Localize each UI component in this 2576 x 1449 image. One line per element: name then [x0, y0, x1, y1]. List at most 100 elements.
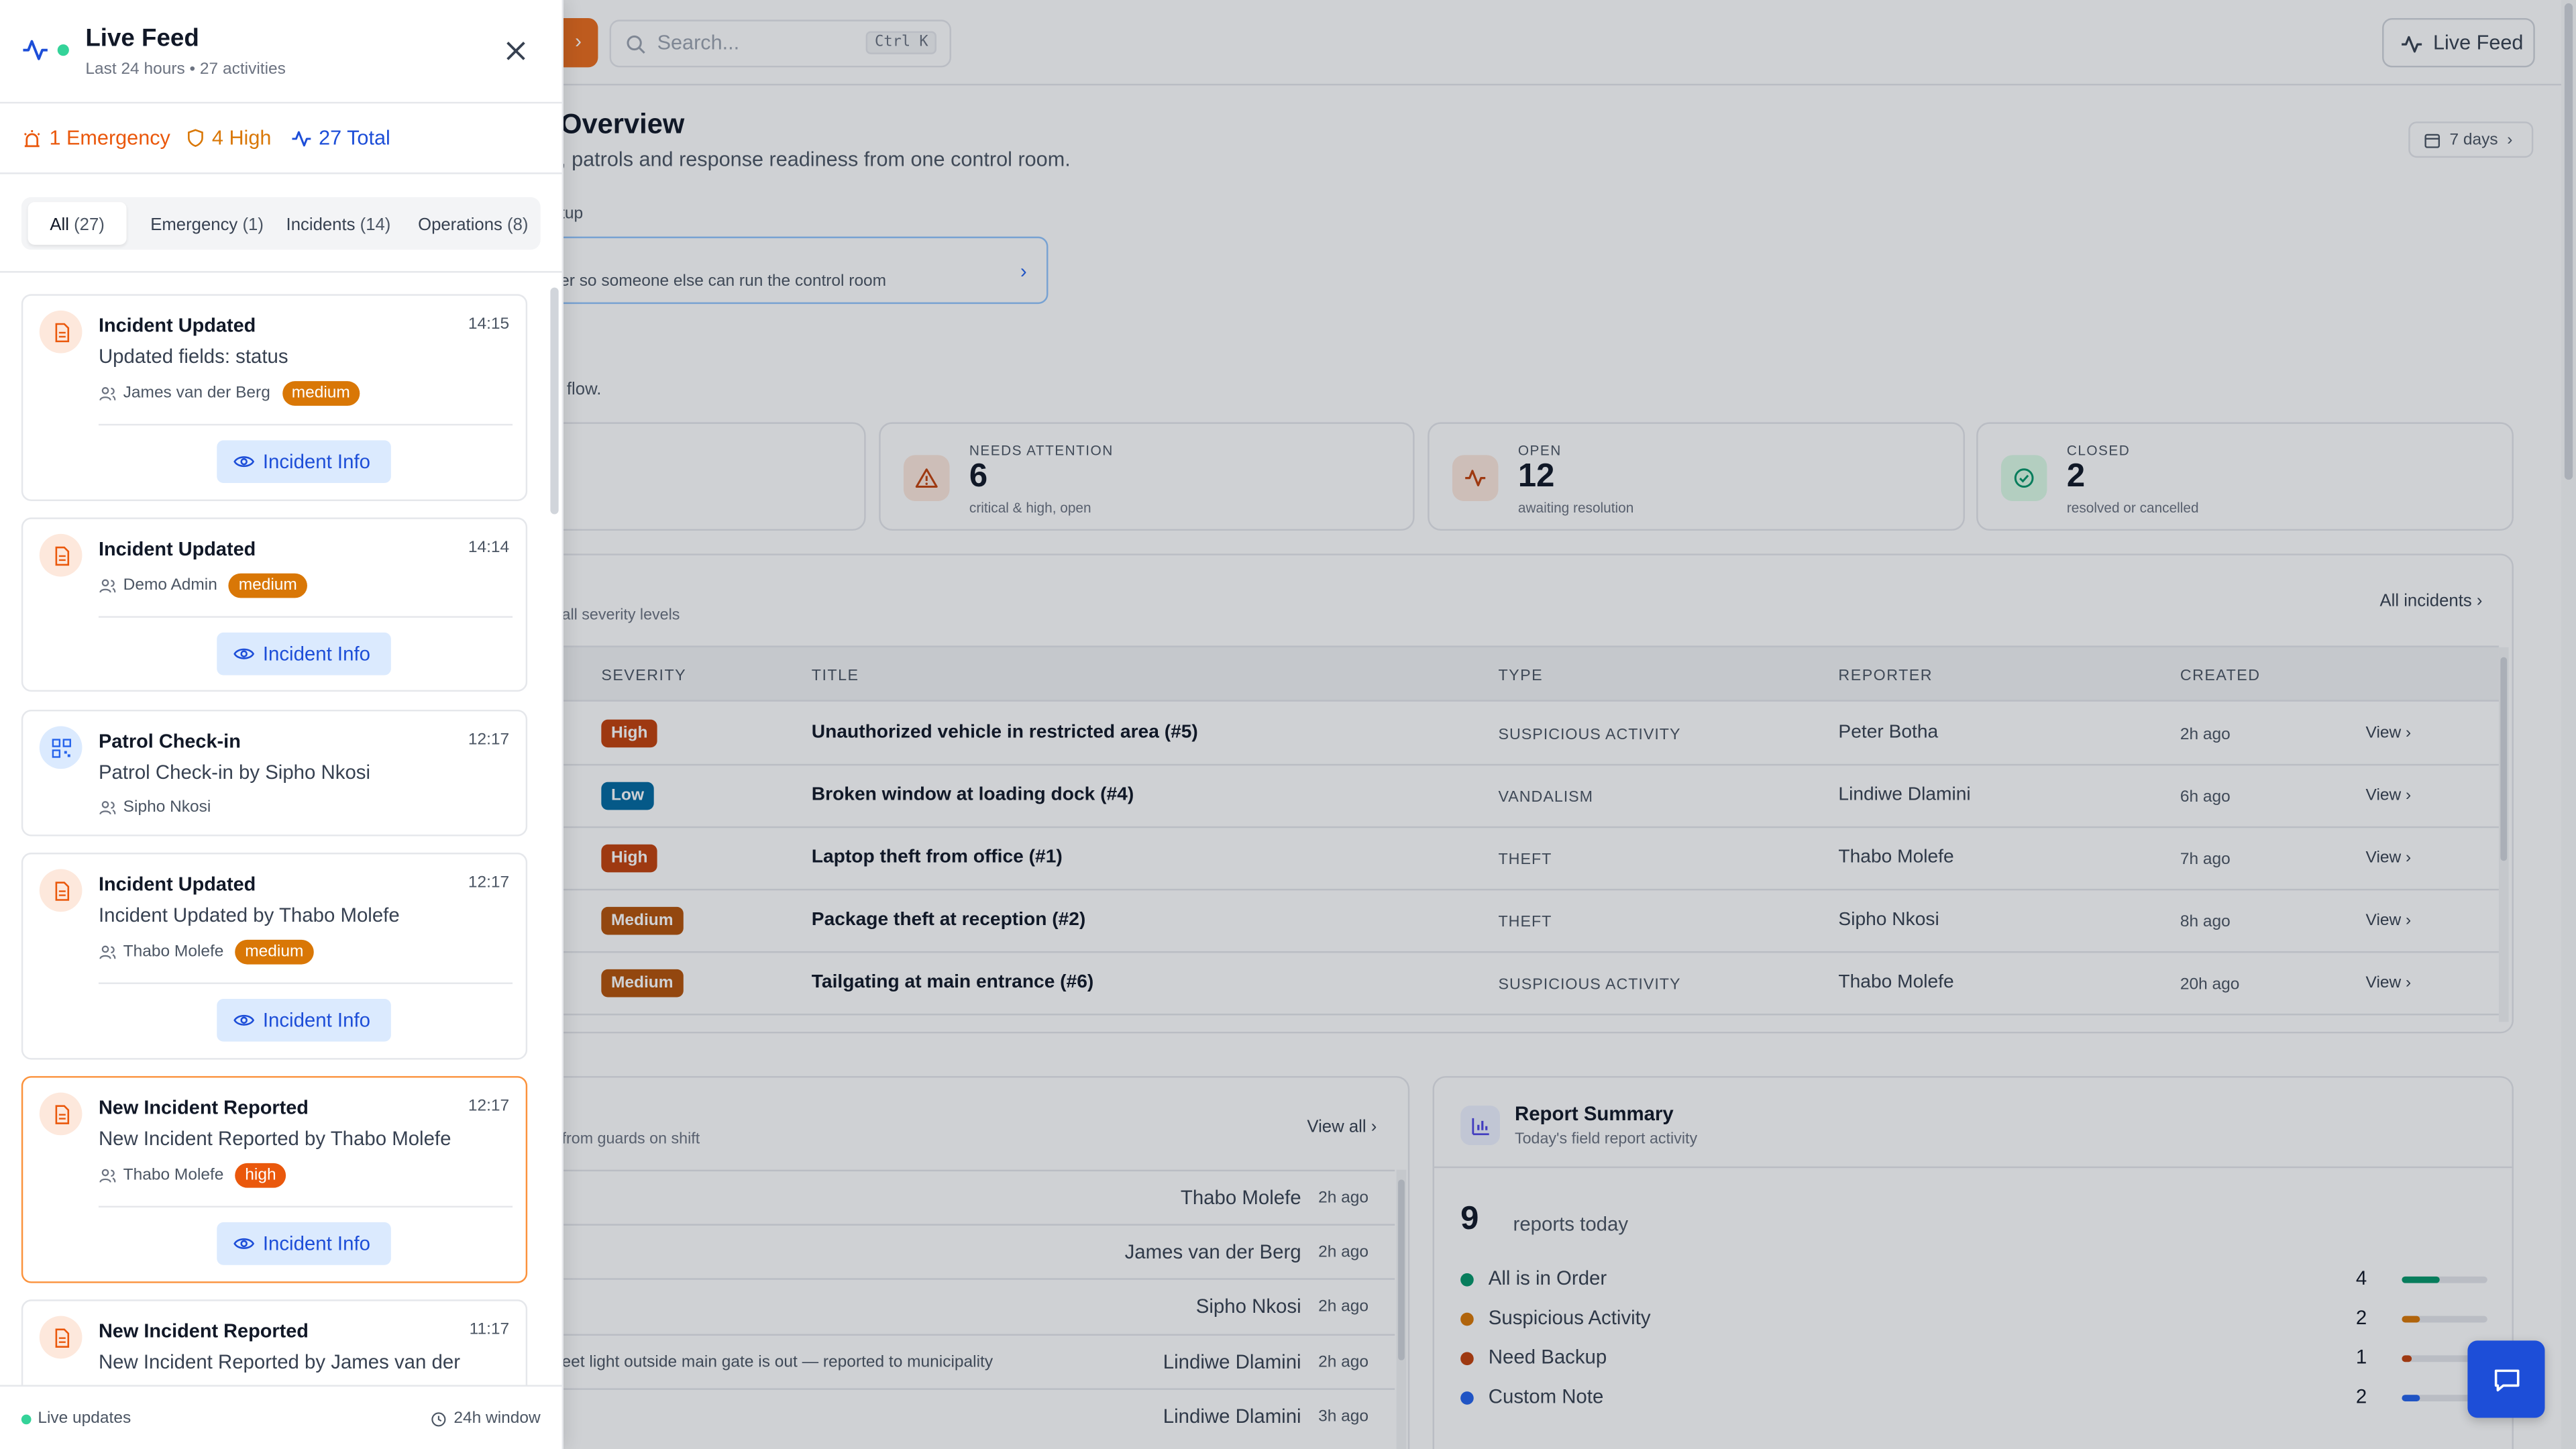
stat-card-closed[interactable]: CLOSED 2 resolved or cancelled	[1976, 422, 2514, 531]
progress-fill	[2402, 1395, 2421, 1401]
report-type-row[interactable]: Custom Note 2	[1460, 1382, 2492, 1415]
live-feed-button-label: Live Feed	[2432, 31, 2524, 54]
report-type-row[interactable]: All is in Order 4	[1460, 1263, 2492, 1296]
list-item[interactable]: eet light outside main gate is out — rep…	[527, 1334, 1395, 1389]
flow-text: flow.	[566, 379, 602, 400]
feed-card-detail: Incident Updated by Thabo Molefe	[98, 903, 400, 927]
scrollbar-thumb[interactable]	[2500, 657, 2508, 861]
feed-card-title: New Incident Reported	[98, 1319, 309, 1342]
feed-card-title: Incident Updated	[98, 537, 256, 561]
live-feed-drawer: Live Feed Last 24 hours • 27 activities …	[0, 0, 564, 1449]
stat-caption: awaiting resolution	[1517, 499, 1634, 516]
column-header[interactable]: SEVERITY	[601, 667, 686, 685]
tab-operations[interactable]: Operations (8)	[406, 202, 541, 245]
feed-card[interactable]: Incident Updated 12:17 Incident Updated …	[21, 853, 528, 1060]
feed-card-title: New Incident Reported	[98, 1095, 309, 1119]
stat-label: NEEDS ATTENTION	[969, 441, 1114, 459]
incident-reporter: Sipho Nkosi	[1838, 910, 1939, 930]
table-row[interactable]: High Unauthorized vehicle in restricted …	[527, 703, 2499, 766]
list-item[interactable]: Lindiwe Dlamini 3h ago	[527, 1388, 1395, 1442]
stat-caption: resolved or cancelled	[2066, 499, 2199, 516]
date-range-button[interactable]: 7 days ›	[2408, 121, 2534, 158]
activity-time: 2h ago	[1318, 1189, 1369, 1208]
page-scrollbar[interactable]	[2561, 0, 2576, 1449]
activity-time: 3h ago	[1318, 1407, 1369, 1426]
feed-card-user: Sipho Nkosi	[123, 798, 211, 817]
feed-card[interactable]: Incident Updated 14:15 Updated fields: s…	[21, 294, 528, 501]
all-incidents-link[interactable]: All incidents ›	[2379, 592, 2482, 611]
table-row[interactable]: Medium Package theft at reception (#2) T…	[527, 890, 2499, 953]
severity-badge: high	[235, 1163, 286, 1188]
high-count[interactable]: 4 High	[186, 127, 271, 150]
view-all-link[interactable]: View all ›	[1307, 1117, 1377, 1136]
feed-card-time: 12:17	[468, 1097, 510, 1116]
eye-icon	[233, 456, 255, 468]
feed-filter-tabs: All (27) Emergency (1) Incidents (14) Op…	[21, 197, 541, 250]
total-count-label: 27 Total	[319, 126, 390, 150]
view-link[interactable]: View ›	[2366, 849, 2412, 867]
emergency-count[interactable]: 1 Emergency	[21, 127, 170, 150]
activity-user: James van der Berg	[1124, 1240, 1301, 1264]
table-row[interactable]: High Laptop theft from office (#1) THEFT…	[527, 828, 2499, 891]
incident-created: 8h ago	[2180, 913, 2231, 932]
feed-card-title: Incident Updated	[98, 313, 256, 337]
stat-label: OPEN	[1517, 441, 1562, 459]
activity-time: 2h ago	[1318, 1243, 1369, 1262]
feed-card-time: 14:14	[468, 539, 510, 557]
incident-reporter: Thabo Molefe	[1838, 972, 1954, 993]
page-title: Overview	[560, 108, 685, 140]
table-row[interactable]: Medium Tailgating at main entrance (#6) …	[527, 953, 2499, 1016]
feed-card[interactable]: Patrol Check-in 12:17 Patrol Check-in by…	[21, 709, 528, 837]
tab-all[interactable]: All (27)	[28, 202, 127, 245]
report-type-label: All is in Order	[1488, 1267, 1607, 1290]
incident-info-button[interactable]: Incident Info	[217, 632, 391, 676]
view-link[interactable]: View ›	[2366, 724, 2412, 743]
page-subtitle: , patrols and response readiness from on…	[560, 148, 1071, 171]
feed-card-time: 11:17	[469, 1320, 510, 1339]
list-item[interactable]: Sipho Nkosi 2h ago	[527, 1278, 1395, 1332]
incidents-scrollbar[interactable]	[2498, 647, 2509, 1022]
live-feed-button[interactable]: Live Feed	[2382, 17, 2535, 68]
incident-created: 7h ago	[2180, 851, 2231, 869]
search-input[interactable]: Search...	[657, 32, 740, 54]
report-type-row[interactable]: Suspicious Activity 2	[1460, 1303, 2492, 1336]
scrollbar-thumb[interactable]	[2564, 3, 2573, 480]
column-header[interactable]: CREATED	[2180, 667, 2261, 685]
total-count[interactable]: 27 Total	[290, 127, 390, 150]
incident-info-label: Incident Info	[262, 450, 370, 474]
incident-info-button[interactable]: Incident Info	[217, 440, 391, 484]
report-type-row[interactable]: Need Backup 1	[1460, 1342, 2492, 1375]
close-icon[interactable]	[501, 36, 531, 66]
tab-incidents[interactable]: Incidents (14)	[271, 202, 406, 245]
stat-card-open[interactable]: OPEN 12 awaiting resolution	[1428, 422, 1966, 531]
scrollbar-thumb[interactable]	[1398, 1179, 1405, 1360]
feed-scrollbar[interactable]	[550, 287, 559, 515]
incident-info-button[interactable]: Incident Info	[217, 1222, 391, 1265]
shield-icon	[188, 129, 203, 148]
report-summary-title: Report Summary	[1514, 1102, 1674, 1126]
column-header[interactable]: TYPE	[1498, 667, 1543, 685]
incident-title: Broken window at loading dock (#4)	[811, 785, 1134, 806]
view-link[interactable]: View ›	[2366, 912, 2412, 930]
column-header[interactable]: REPORTER	[1838, 667, 1933, 685]
feed-card-meta: Demo Admin medium	[99, 573, 307, 598]
feed-card[interactable]: New Incident Reported 12:17 New Incident…	[21, 1076, 528, 1283]
search-box[interactable]: Search... Ctrl K	[609, 19, 951, 68]
column-header[interactable]: TITLE	[812, 667, 859, 685]
table-row[interactable]: Low Broken window at loading dock (#4) V…	[527, 765, 2499, 828]
feed-card[interactable]: Incident Updated 14:14 Demo Admin medium…	[21, 517, 528, 692]
view-link[interactable]: View ›	[2366, 974, 2412, 992]
stat-card-needs-attention[interactable]: NEEDS ATTENTION 6 critical & high, open	[879, 422, 1415, 531]
list-item[interactable]: Thabo Molefe 2h ago	[527, 1169, 1395, 1224]
view-link[interactable]: View ›	[2366, 787, 2412, 805]
feed-card-time: 12:17	[468, 731, 510, 749]
users-icon	[99, 387, 116, 400]
incident-info-button[interactable]: Incident Info	[217, 998, 391, 1042]
activity-scrollbar[interactable]	[1396, 1169, 1407, 1449]
list-item[interactable]: James van der Berg 2h ago	[527, 1224, 1395, 1279]
chevron-right-icon: ›	[2502, 131, 2513, 150]
setup-card[interactable]: er so someone else can run the control r…	[525, 236, 1049, 305]
tab-emergency[interactable]: Emergency (1)	[133, 202, 280, 245]
chat-button[interactable]	[2467, 1340, 2545, 1418]
users-icon	[99, 945, 116, 959]
